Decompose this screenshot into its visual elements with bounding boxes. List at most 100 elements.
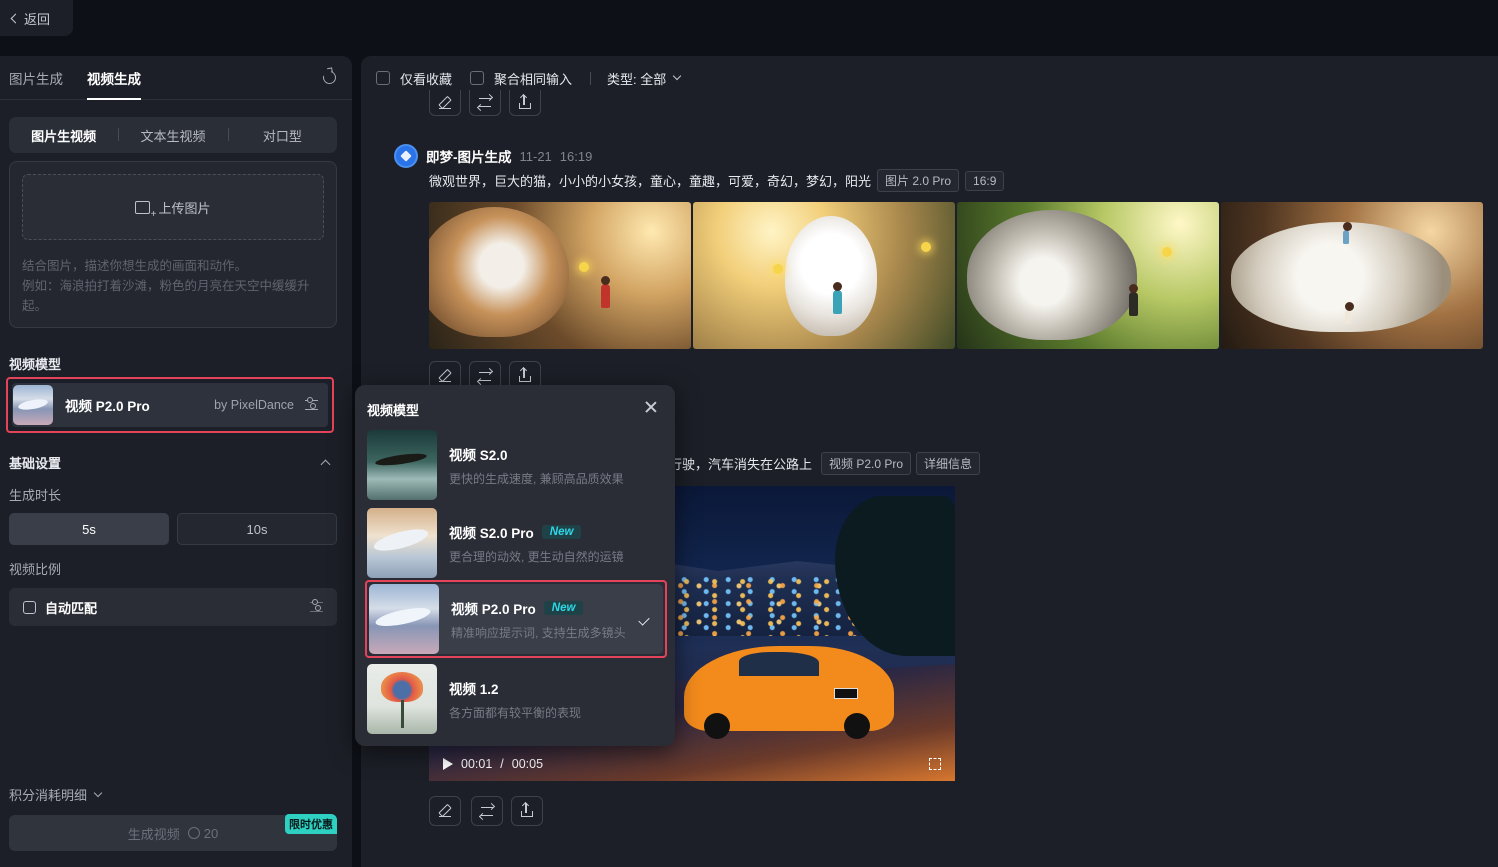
video-model-title: 视频模型 — [9, 357, 62, 372]
video-time-separator: / — [500, 757, 504, 771]
subtab-text-to-video[interactable]: 文本生视频 — [118, 126, 227, 145]
image-add-icon — [135, 200, 157, 220]
model-option-desc: 精准响应提示词, 支持生成多镜头 — [451, 625, 626, 640]
chevron-down-icon — [93, 788, 103, 798]
generate-label: 生成视频 — [127, 826, 180, 842]
credit-coin-icon — [187, 827, 200, 839]
video-prompt: 行驶，汽车消失在公路上 视频 P2.0 Pro 详细信息 — [669, 452, 981, 475]
model-option-desc: 更快的生成速度, 兼顾高品质效果 — [449, 471, 624, 486]
dreamina-logo-icon — [394, 144, 418, 168]
new-badge: New — [543, 600, 584, 615]
back-label: 返回 — [24, 11, 51, 27]
ratio-value: 自动匹配 — [45, 600, 98, 616]
chevron-up-icon — [320, 459, 331, 470]
video-controls: 00:01 / 00:05 — [429, 747, 955, 781]
model-thumbnail — [367, 664, 437, 734]
subtab-image-to-video[interactable]: 图片生视频 — [9, 126, 118, 145]
edit-icon — [439, 97, 451, 109]
model-thumbnail — [13, 385, 53, 425]
generated-image-3[interactable] — [957, 202, 1219, 349]
edit-icon — [439, 805, 451, 817]
model-provider: by PixelDance — [214, 398, 294, 412]
ratio-tag[interactable]: 16:9 — [965, 170, 1005, 191]
export-button[interactable] — [511, 796, 543, 826]
basic-settings-title: 基础设置 — [9, 456, 62, 471]
duration-10s-button[interactable]: 10s — [177, 513, 337, 545]
type-filter-label: 类型: 全部 — [607, 71, 667, 87]
aspect-ratio-icon — [23, 600, 36, 614]
tab-image-generation[interactable]: 图片生成 — [9, 56, 63, 100]
upload-icon — [521, 803, 533, 817]
group-same-input-label: 聚合相同输入 — [494, 71, 573, 87]
play-icon[interactable] — [443, 758, 453, 770]
regenerate-icon — [481, 806, 493, 816]
video-model-tag[interactable]: 视频 P2.0 Pro — [821, 452, 912, 475]
generated-image-1[interactable] — [429, 202, 691, 349]
subtab-lip-sync[interactable]: 对口型 — [227, 126, 337, 145]
favorites-only-checkbox[interactable]: 仅看收藏 — [376, 69, 452, 88]
model-option-name: 视频 P2.0 Pro — [451, 601, 536, 617]
duration-5s-button[interactable]: 5s — [9, 513, 169, 545]
group-same-input-checkbox[interactable]: 聚合相同输入 — [470, 69, 572, 88]
video-model-selector[interactable]: 视频 P2.0 Pro by PixelDance — [6, 377, 334, 433]
upload-image-button[interactable]: 上传图片 — [22, 174, 324, 240]
selected-model-name: 视频 P2.0 Pro — [65, 399, 150, 414]
new-badge: New — [541, 524, 582, 539]
video-duration: 00:05 — [511, 757, 544, 771]
credits-detail-toggle[interactable]: 积分消耗明细 — [9, 785, 103, 804]
refresh-icon[interactable] — [320, 68, 339, 87]
upload-icon — [519, 94, 531, 109]
check-icon — [638, 614, 650, 626]
ratio-sliders-icon — [310, 599, 323, 612]
model-thumbnail — [367, 508, 437, 578]
upload-icon — [519, 368, 531, 382]
back-button[interactable]: 返回 — [0, 0, 73, 36]
generated-image-2[interactable] — [693, 202, 955, 349]
fullscreen-icon[interactable] — [929, 758, 941, 770]
edit-button[interactable] — [429, 796, 461, 826]
ratio-selector[interactable]: 自动匹配 — [9, 588, 337, 626]
chevron-down-icon — [673, 71, 682, 81]
tab-video-generation[interactable]: 视频生成 — [87, 56, 141, 100]
model-thumbnail — [367, 430, 437, 500]
image-entry-header: 即梦-图片生成 11-21 16:19 — [394, 144, 592, 168]
model-tag[interactable]: 图片 2.0 Pro — [877, 169, 960, 192]
chevron-left-icon — [10, 13, 21, 24]
duration-label: 生成时长 — [9, 488, 62, 503]
edit-button[interactable] — [429, 90, 461, 116]
checkbox-icon — [470, 71, 485, 85]
upload-label: 上传图片 — [158, 200, 211, 216]
video-frame-car — [684, 646, 894, 739]
generate-cost: 20 — [203, 825, 219, 841]
details-tag[interactable]: 详细信息 — [916, 452, 981, 475]
sliders-icon[interactable] — [305, 397, 318, 410]
prompt-input[interactable]: 结合图片，描述你想生成的画面和动作。 例如：海浪拍打着沙滩，粉色的月亮在天空中缓… — [22, 256, 328, 316]
entry-title: 即梦-图片生成 — [426, 150, 512, 165]
video-sub-tabs: 图片生视频 文本生视频 对口型 — [9, 117, 337, 153]
model-option-p2-pro[interactable]: 视频 P2.0 Pro New 精准响应提示词, 支持生成多镜头 — [365, 580, 667, 658]
edit-icon — [439, 370, 451, 382]
model-option-name: 视频 1.2 — [449, 681, 499, 697]
video-model-dropdown: 视频模型 视频 S2.0 更快的生成速度, 兼顾高品质效果 视频 S2.0 Pr… — [355, 385, 675, 746]
regenerate-icon — [479, 371, 491, 381]
credits-label: 积分消耗明细 — [9, 788, 88, 803]
generated-image-4[interactable] — [1221, 202, 1483, 349]
model-option-1-2[interactable]: 视频 1.2 各方面都有较平衡的表现 — [367, 664, 663, 734]
regenerate-icon — [479, 98, 491, 107]
export-button[interactable] — [509, 90, 541, 116]
prompt-box[interactable]: 上传图片 结合图片，描述你想生成的画面和动作。 例如：海浪拍打着沙滩，粉色的月亮… — [9, 161, 337, 328]
generate-video-button[interactable]: 生成视频 20 限时优惠 — [9, 814, 337, 851]
model-option-desc: 更合理的动效, 更生动自然的运镜 — [449, 549, 624, 564]
ratio-label: 视频比例 — [9, 562, 62, 577]
video-current-time: 00:01 — [461, 757, 493, 771]
model-option-s2-pro[interactable]: 视频 S2.0 Pro New 更合理的动效, 更生动自然的运镜 — [367, 508, 663, 578]
regenerate-button[interactable] — [471, 796, 503, 826]
model-option-s2[interactable]: 视频 S2.0 更快的生成速度, 兼顾高品质效果 — [367, 430, 663, 500]
type-filter-dropdown[interactable]: 类型: 全部 — [607, 69, 682, 88]
entry-date: 11-21 — [519, 148, 552, 164]
close-icon[interactable] — [645, 401, 657, 413]
basic-settings-header[interactable]: 基础设置 — [9, 453, 331, 472]
model-option-name: 视频 S2.0 — [449, 447, 508, 463]
regenerate-button[interactable] — [469, 90, 501, 116]
generation-panel: 图片生成 视频生成 图片生视频 文本生视频 对口型 上传图片 结合图片，描述你想… — [0, 56, 352, 867]
